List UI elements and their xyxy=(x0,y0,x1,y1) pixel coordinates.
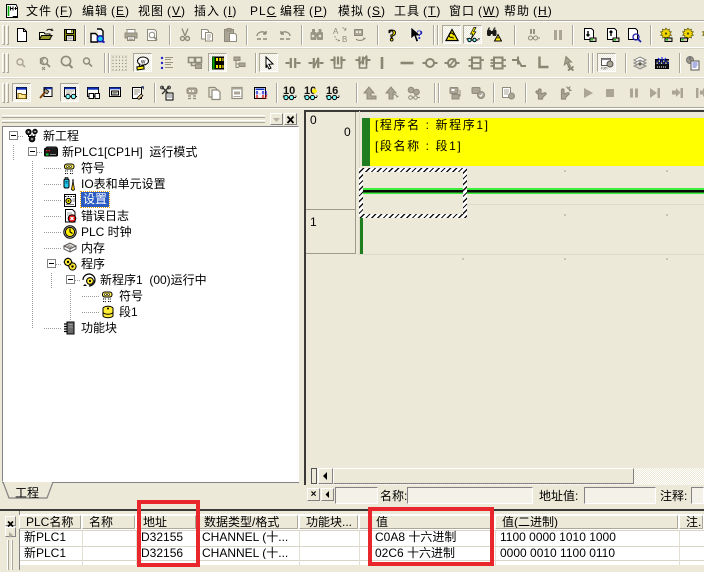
svg-text:A: A xyxy=(333,27,339,36)
svg-text:?: ? xyxy=(417,27,424,42)
svg-text:?: ? xyxy=(388,27,397,43)
svg-text:run: run xyxy=(601,66,608,71)
svg-text:B: B xyxy=(342,35,347,43)
svg-text:0.02: 0.02 xyxy=(256,95,268,101)
svg-text:w: w xyxy=(140,60,146,66)
